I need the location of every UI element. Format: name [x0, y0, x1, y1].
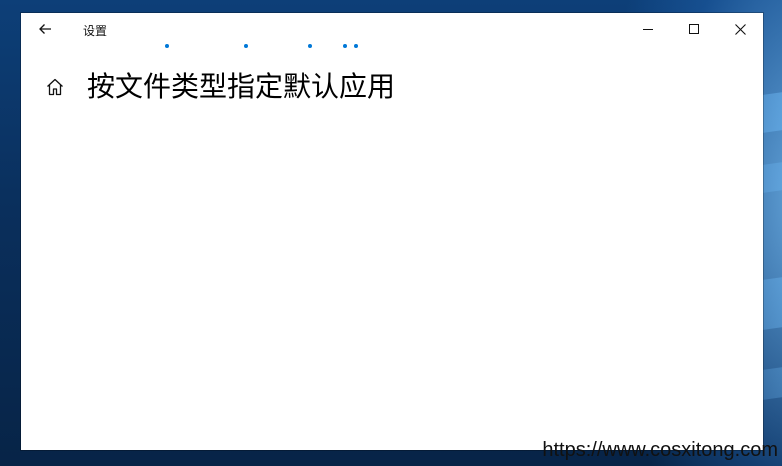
window-title: 设置 — [83, 24, 108, 38]
loading-dot — [354, 44, 358, 48]
back-arrow-icon — [39, 24, 51, 34]
back-button[interactable] — [31, 17, 59, 41]
home-icon — [47, 78, 63, 96]
loading-dot — [308, 44, 312, 48]
loading-dot — [165, 44, 169, 48]
maximize-icon — [689, 24, 699, 34]
page-title: 按文件类型指定默认应用 — [87, 70, 396, 103]
settings-window: 设置 按文件类型指定默认应用 — [21, 13, 763, 450]
close-icon — [734, 23, 746, 35]
minimize-icon — [643, 29, 653, 30]
home-button[interactable] — [43, 75, 67, 99]
loading-dot — [343, 44, 347, 48]
loading-progress-dots — [21, 41, 763, 51]
watermark-url: https://www.cosxitong.com — [542, 439, 778, 461]
loading-dot — [244, 44, 248, 48]
